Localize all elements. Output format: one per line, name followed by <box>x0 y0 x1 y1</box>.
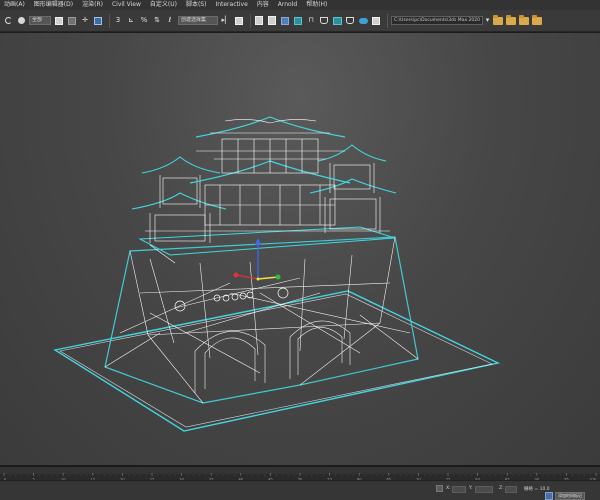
perspective-viewport[interactable] <box>0 33 600 465</box>
schematic-view-icon[interactable] <box>293 15 303 26</box>
snap-toggle-icon[interactable]: ⊾ <box>126 15 136 26</box>
wireframe-model <box>53 116 501 432</box>
folder-open-icon[interactable] <box>506 14 516 25</box>
menu-animation[interactable]: 动画(A) <box>4 0 25 10</box>
render-in-cloud-icon[interactable] <box>358 15 368 26</box>
align-icon[interactable] <box>234 15 244 26</box>
named-selection-set-dropdown[interactable]: 创建选择集 <box>178 16 218 25</box>
fortress-base-wireframe <box>104 236 419 404</box>
material-editor-icon[interactable]: ⊓ <box>306 15 316 26</box>
percent-snap-label: % <box>140 16 148 24</box>
z-coordinate-field[interactable] <box>505 486 517 493</box>
link-icon[interactable] <box>16 15 26 26</box>
menu-customize[interactable]: 自定义(U) <box>150 0 177 10</box>
mirror-icon[interactable]: ▸▏ <box>221 15 231 26</box>
path-dropdown-arrow-icon[interactable]: ▾ <box>485 15 490 26</box>
timeline-bar[interactable]: 0510152025303540455055606570758085909510… <box>0 466 600 481</box>
menu-civil-view[interactable]: Civil View <box>112 0 141 10</box>
render-production-icon[interactable] <box>345 15 355 26</box>
a360-gallery-icon[interactable] <box>371 15 381 26</box>
toolbar-divider <box>250 13 251 28</box>
main-toolbar: 全部 ✛ 3 ⊾ % ⇅ ℓ 创建选择集 ▸▏ ⊓ C:\Users\pc\Do… <box>0 10 600 32</box>
menu-graph-editors[interactable]: 图形编辑器(D) <box>34 0 73 10</box>
timeline-ticks: 0510152025303540455055606570758085909510… <box>3 473 597 481</box>
transform-gizmo[interactable] <box>233 238 281 281</box>
spinner-snap-icon[interactable]: ⇅ <box>152 15 162 26</box>
select-object-icon[interactable] <box>54 15 64 26</box>
menu-scripting[interactable]: 脚本(S) <box>186 0 207 10</box>
add-time-tag-icon[interactable] <box>545 492 553 500</box>
project-path-field[interactable]: C:\Users\pc\Documents\3ds Max 2020 <box>391 16 483 25</box>
toolbar-divider <box>387 13 388 28</box>
folder-project-icon[interactable] <box>532 14 542 25</box>
rendered-frame-window-icon[interactable] <box>332 15 342 26</box>
edit-named-selection-icon[interactable]: ℓ <box>165 15 175 26</box>
menu-arnold[interactable]: Arnold <box>278 0 297 10</box>
left-pavilion-wireframe <box>131 156 227 243</box>
menu-content[interactable]: 内容 <box>257 0 269 10</box>
angle-snap-label: 3 <box>115 16 121 24</box>
y-coordinate-field[interactable] <box>475 486 493 493</box>
right-pavilion-wireframe <box>309 144 397 233</box>
lock-selection-icon[interactable] <box>436 485 443 492</box>
rotate-icon[interactable] <box>93 15 103 26</box>
menu-help[interactable]: 帮助(H) <box>306 0 327 10</box>
layer-explorer-icon[interactable] <box>254 15 264 26</box>
add-time-tag-button[interactable]: 添加时间标记 <box>555 492 585 500</box>
z-coordinate-label: Z: <box>499 486 504 491</box>
folder-icon[interactable] <box>493 14 503 25</box>
x-coordinate-field[interactable] <box>452 486 466 493</box>
status-bar: X: Y: Z: 栅格 = 10.0 添加时间标记 <box>0 480 600 500</box>
x-coordinate-label: X: <box>446 486 451 491</box>
menu-rendering[interactable]: 渲染(R) <box>82 0 103 10</box>
toolbar-divider <box>109 13 110 28</box>
move-icon[interactable]: ✛ <box>80 15 90 26</box>
main-hall-wireframe <box>189 116 351 226</box>
ground-plane-wireframe <box>53 290 501 432</box>
platform-wireframe <box>138 226 396 264</box>
render-setup-icon[interactable] <box>319 15 329 26</box>
select-by-name-icon[interactable] <box>67 15 77 26</box>
y-coordinate-label: Y: <box>469 486 473 491</box>
curve-editor-icon[interactable] <box>280 15 290 26</box>
folder-settings-icon[interactable] <box>519 14 529 25</box>
angle-snap-icon[interactable]: 3 <box>113 15 123 26</box>
toggle-ribbon-icon[interactable] <box>267 15 277 26</box>
selection-filter-dropdown[interactable]: 全部 <box>29 16 51 25</box>
percent-snap-icon[interactable]: % <box>139 15 149 26</box>
undo-icon[interactable] <box>3 15 13 26</box>
menu-bar: 动画(A) 图形编辑器(D) 渲染(R) Civil View 自定义(U) 脚… <box>0 0 600 10</box>
menu-interactive[interactable]: Interactive <box>215 0 247 10</box>
